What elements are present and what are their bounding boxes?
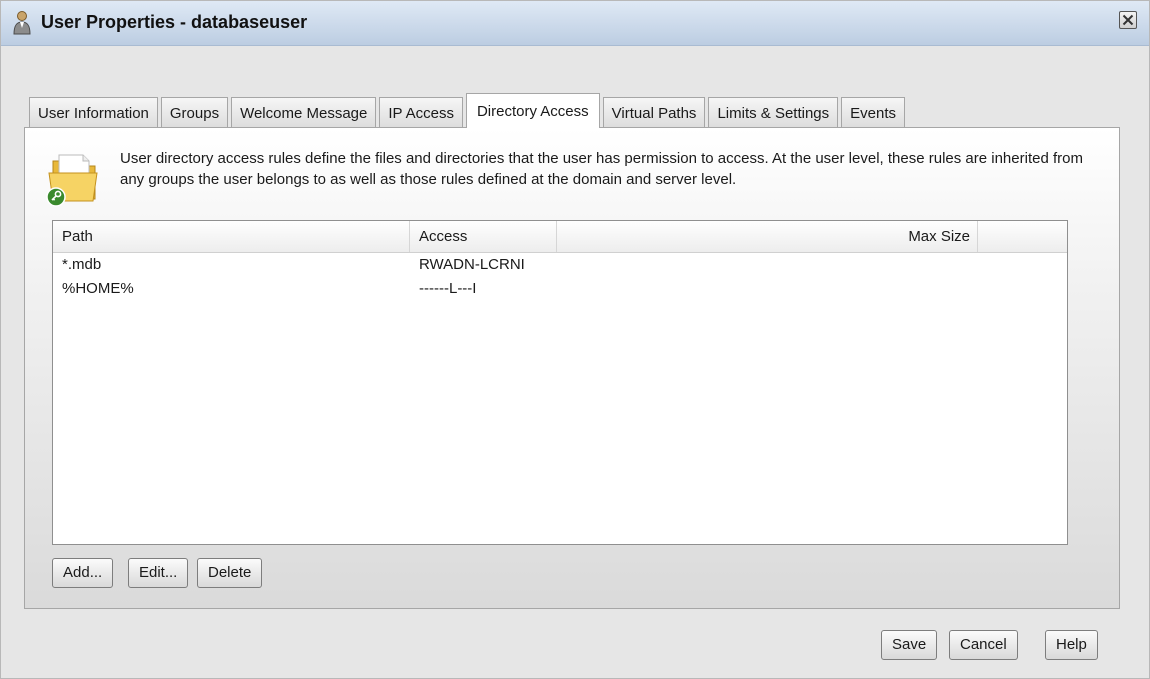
tab-user-information[interactable]: User Information: [29, 97, 158, 128]
tab-limits-settings[interactable]: Limits & Settings: [708, 97, 839, 128]
directory-access-panel: User directory access rules define the f…: [24, 127, 1120, 609]
add-button[interactable]: Add...: [52, 558, 114, 588]
column-header-max-size[interactable]: Max Size: [557, 221, 978, 252]
save-button[interactable]: Save: [881, 630, 938, 660]
tab-directory-access[interactable]: Directory Access: [465, 93, 600, 128]
close-icon: [1122, 14, 1134, 26]
access-rules-list: Path Access Max Size *.mdb RWADN-LCRNI %…: [52, 220, 1068, 545]
column-header-path[interactable]: Path: [53, 221, 410, 252]
row-path: %HOME%: [62, 280, 134, 297]
tab-virtual-paths[interactable]: Virtual Paths: [602, 97, 706, 128]
user-icon: [11, 10, 33, 36]
tab-bar: User Information Groups Welcome Message …: [29, 93, 908, 128]
row-access: ------L---I: [419, 280, 477, 297]
help-button[interactable]: Help: [1045, 630, 1098, 660]
title-bar: User Properties - databaseuser: [1, 1, 1149, 46]
row-access: RWADN-LCRNI: [419, 256, 525, 273]
row-path: *.mdb: [62, 256, 102, 273]
tab-welcome-message[interactable]: Welcome Message: [231, 97, 377, 128]
access-rules-description: User directory access rules define the f…: [120, 150, 1083, 188]
folder-key-icon: [45, 153, 101, 207]
column-header-access[interactable]: Access: [410, 221, 557, 252]
window-title: User Properties - databaseuser: [41, 12, 308, 32]
tab-events[interactable]: Events: [841, 97, 906, 128]
tab-ip-access[interactable]: IP Access: [379, 97, 463, 128]
user-properties-dialog: User Properties - databaseuser User Info…: [0, 0, 1150, 679]
tab-groups[interactable]: Groups: [160, 97, 229, 128]
delete-button[interactable]: Delete: [197, 558, 263, 588]
close-button[interactable]: [1119, 11, 1137, 29]
edit-button[interactable]: Edit...: [128, 558, 189, 588]
table-row[interactable]: %HOME% ------L---I: [53, 277, 1067, 301]
cancel-button[interactable]: Cancel: [949, 630, 1018, 660]
table-row[interactable]: *.mdb RWADN-LCRNI: [53, 253, 1067, 277]
list-header: Path Access Max Size: [53, 221, 1067, 253]
